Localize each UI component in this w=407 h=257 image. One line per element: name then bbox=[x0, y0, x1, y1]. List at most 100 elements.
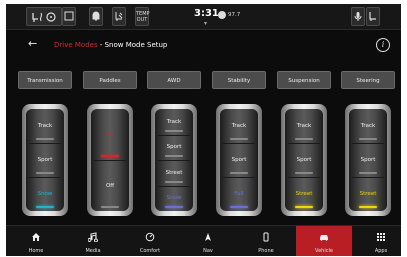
option-full[interactable]: Full bbox=[220, 177, 258, 211]
option-snow[interactable]: Snow bbox=[26, 177, 64, 211]
option-snow[interactable]: Snow bbox=[155, 186, 193, 212]
clock: 3:31 bbox=[194, 8, 219, 19]
nav-label: Nav bbox=[203, 248, 213, 254]
seat-vent-icon bbox=[115, 12, 123, 21]
option-indicator bbox=[359, 206, 377, 208]
option-sport[interactable]: Sport bbox=[155, 135, 193, 161]
option-label: Track bbox=[231, 123, 247, 129]
selector-awd[interactable]: Track Sport Street Snow bbox=[151, 104, 197, 216]
option-street[interactable]: Street bbox=[349, 177, 387, 211]
option-indicator bbox=[36, 172, 54, 174]
selector-track: Track Sport Street bbox=[285, 109, 323, 211]
option-track[interactable]: Track bbox=[349, 109, 387, 143]
seat-button[interactable] bbox=[366, 7, 380, 26]
selector-stability[interactable]: Track Sport Full bbox=[216, 104, 262, 216]
selector-steering[interactable]: Track Sport Street bbox=[345, 104, 391, 216]
option-label: Sport bbox=[166, 144, 182, 151]
radio-icon bbox=[218, 11, 226, 19]
option-label: Snow bbox=[37, 191, 53, 197]
infotainment-screen: TEMP OUT 3:31 ▾ 97.7 ← Drive Modes - Sno… bbox=[6, 4, 401, 256]
nav-apps[interactable]: Apps bbox=[353, 226, 401, 256]
option-track[interactable]: Track bbox=[26, 109, 64, 143]
radio-station[interactable]: 97.7 bbox=[228, 12, 240, 18]
category-transmission: Transmission bbox=[18, 71, 72, 89]
option-off[interactable]: Off bbox=[91, 160, 129, 211]
option-indicator bbox=[295, 206, 313, 208]
option-track[interactable]: Track bbox=[285, 109, 323, 143]
selector-track: Track Sport Full bbox=[220, 109, 258, 211]
seat-vent-button[interactable] bbox=[112, 7, 126, 26]
nav-label: Media bbox=[85, 248, 101, 254]
temp-out-icon: TEMP OUT bbox=[136, 11, 150, 23]
seat-icon bbox=[369, 12, 376, 21]
option-track[interactable]: Track bbox=[220, 109, 258, 143]
option-sport[interactable]: Sport bbox=[349, 143, 387, 177]
nav-comfort[interactable]: Comfort bbox=[122, 226, 178, 256]
option-label: Track bbox=[360, 123, 376, 129]
nav-label: Vehicle bbox=[315, 248, 333, 254]
option-label: Sport bbox=[231, 157, 247, 163]
navigation-arrow-icon bbox=[180, 232, 236, 242]
steering-heat-button[interactable] bbox=[62, 7, 76, 26]
selector-paddles[interactable]: On Off bbox=[87, 104, 133, 216]
option-label: Sport bbox=[296, 157, 312, 163]
bottom-nav: Home Media Comfort Nav Phone Vehicle Apps bbox=[6, 225, 401, 256]
info-icon[interactable]: i bbox=[376, 38, 390, 52]
option-track[interactable]: Track bbox=[155, 109, 193, 135]
nav-nav[interactable]: Nav bbox=[180, 226, 236, 256]
title-prefix: Drive Modes bbox=[54, 41, 98, 49]
option-sport[interactable]: Sport bbox=[26, 143, 64, 177]
music-note-icon bbox=[65, 232, 121, 242]
option-indicator bbox=[230, 206, 248, 208]
heated-seat-button[interactable] bbox=[26, 7, 62, 26]
steering-heat-icon bbox=[64, 11, 74, 21]
option-label: Sport bbox=[37, 157, 53, 163]
option-indicator bbox=[36, 206, 54, 208]
nav-phone[interactable]: Phone bbox=[238, 226, 294, 256]
option-sport[interactable]: Sport bbox=[285, 143, 323, 177]
option-indicator bbox=[165, 206, 183, 208]
apps-grid-icon bbox=[353, 232, 401, 242]
nav-label: Home bbox=[28, 248, 44, 254]
back-arrow-icon[interactable]: ← bbox=[28, 37, 37, 50]
option-indicator bbox=[36, 138, 54, 140]
category-steering: Steering bbox=[341, 71, 395, 89]
option-indicator bbox=[101, 206, 119, 208]
option-street[interactable]: Street bbox=[285, 177, 323, 211]
page-title: Drive Modes - Snow Mode Setup bbox=[54, 41, 167, 49]
home-icon bbox=[8, 232, 64, 242]
chevron-down-icon[interactable]: ▾ bbox=[204, 20, 207, 27]
option-street[interactable]: Street bbox=[155, 160, 193, 186]
category-suspension: Suspension bbox=[277, 71, 331, 89]
option-label: On bbox=[106, 131, 114, 138]
title-suffix: - Snow Mode Setup bbox=[97, 41, 168, 49]
option-label: Track bbox=[296, 123, 312, 129]
option-on[interactable]: On bbox=[91, 109, 129, 160]
option-indicator bbox=[101, 155, 119, 157]
nav-label: Comfort bbox=[139, 248, 161, 254]
option-indicator bbox=[230, 172, 248, 174]
option-indicator bbox=[165, 129, 183, 132]
option-indicator bbox=[295, 138, 313, 140]
option-sport[interactable]: Sport bbox=[220, 143, 258, 177]
phone-icon bbox=[238, 232, 294, 242]
option-label: Full bbox=[234, 191, 244, 197]
option-label: Street bbox=[165, 169, 183, 176]
option-indicator bbox=[295, 172, 313, 174]
selector-transmission[interactable]: Track Sport Snow bbox=[22, 104, 68, 216]
alerts-button[interactable] bbox=[89, 7, 103, 26]
bell-icon bbox=[92, 11, 100, 21]
car-icon bbox=[296, 232, 352, 242]
option-indicator bbox=[359, 172, 377, 174]
nav-home[interactable]: Home bbox=[8, 226, 64, 256]
nav-media[interactable]: Media bbox=[65, 226, 121, 256]
option-indicator bbox=[165, 180, 183, 183]
option-label: Track bbox=[37, 123, 53, 129]
option-label: Sport bbox=[360, 157, 376, 163]
selector-suspension[interactable]: Track Sport Street bbox=[281, 104, 327, 216]
option-label: Snow bbox=[166, 195, 182, 202]
category-awd: AWD bbox=[147, 71, 201, 89]
mic-icon bbox=[354, 12, 362, 21]
voice-button[interactable] bbox=[351, 7, 365, 26]
nav-vehicle[interactable]: Vehicle bbox=[296, 226, 352, 256]
